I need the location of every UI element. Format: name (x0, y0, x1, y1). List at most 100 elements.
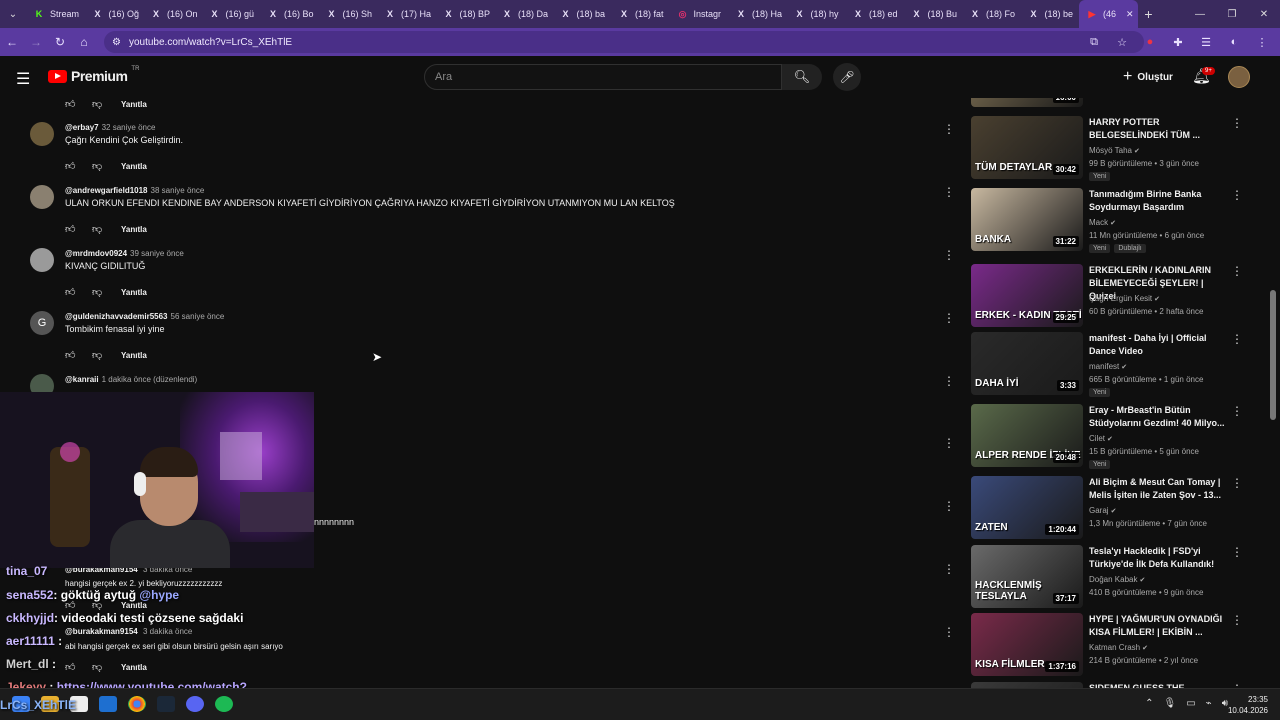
menu-icon[interactable]: ☰ (16, 69, 30, 89)
browser-tab[interactable]: K Stream (26, 0, 85, 28)
video-title[interactable]: Eray - MrBeast'in Bütün Stüdyolarını Gez… (1089, 404, 1225, 430)
recommended-video[interactable]: 16:00370 B görüntüleme • 10 gün önce⋮ (971, 98, 1261, 108)
channel-name[interactable]: Garaj ✔ (1089, 506, 1116, 515)
dislike-icon[interactable]: 👎︎ (92, 98, 119, 110)
reply-button[interactable]: Yanıtla (121, 100, 147, 109)
comment-more-icon[interactable]: ⋮ (943, 499, 955, 513)
reply-button[interactable]: Yanıtla (121, 225, 147, 234)
video-more-icon[interactable]: ⋮ (1231, 545, 1243, 559)
search-button[interactable]: 🔍︎ (782, 64, 822, 90)
video-more-icon[interactable]: ⋮ (1231, 188, 1243, 202)
browser-tab[interactable]: X (18) be (1021, 0, 1080, 28)
recommended-video[interactable]: KISA FİLMLER 1:37:16 HYPE | YAĞMUR'UN OYNA… (971, 613, 1261, 677)
recommended-video[interactable]: ALPER RENDE İZLİYE 20:48 Eray - MrBeast'in… (971, 404, 1261, 469)
video-thumbnail[interactable]: ZATEN 1:20:44 (971, 476, 1083, 539)
spotify-icon[interactable] (215, 696, 233, 712)
steam-icon[interactable] (157, 696, 175, 712)
comment-more-icon[interactable]: ⋮ (943, 374, 955, 388)
recommended-video[interactable]: ERKEK - KADIN TESTİ 29:25 ERKEKLERİN / KAD… (971, 264, 1261, 328)
video-thumbnail[interactable]: KISA FİLMLER 1:37:16 (971, 613, 1083, 676)
comment-more-icon[interactable]: ⋮ (943, 185, 955, 199)
video-thumbnail[interactable]: HACKLENMİŞ TESLAYLA 37:17 (971, 545, 1083, 608)
scrollbar-thumb[interactable] (1270, 290, 1276, 420)
like-icon[interactable]: 👍︎ (65, 160, 92, 172)
tab-close-icon[interactable]: ✕ (1126, 9, 1134, 20)
video-thumbnail[interactable]: 16:00 (971, 98, 1083, 107)
comment-more-icon[interactable]: ⋮ (943, 436, 955, 450)
reply-button[interactable]: Yanıtla (121, 288, 147, 297)
like-icon[interactable]: 👍︎ (65, 223, 92, 235)
tab-search-icon[interactable]: ⌄ (0, 0, 26, 28)
like-icon[interactable]: 👍︎ (65, 349, 92, 361)
video-thumbnail[interactable]: BANKA 31:22 (971, 188, 1083, 251)
comment-more-icon[interactable]: ⋮ (943, 311, 955, 325)
page-scrollbar[interactable] (1270, 98, 1276, 688)
dislike-icon[interactable]: 👎︎ (92, 223, 119, 235)
comment-avatar[interactable]: G (30, 311, 54, 335)
browser-tab[interactable]: X (18) ed (845, 0, 904, 28)
video-title[interactable]: manifest - Daha İyi | Official Dance Vid… (1089, 332, 1225, 358)
comment-avatar[interactable] (30, 185, 54, 209)
comment-username[interactable]: @andrewgarfield1018 (65, 186, 148, 195)
account-avatar[interactable] (1228, 66, 1250, 88)
browser-tab[interactable]: X (18) hy (787, 0, 846, 28)
recommended-video[interactable]: DAHA İYİ 3:33 manifest - Daha İyi | Offici… (971, 332, 1261, 397)
video-title[interactable]: Ali Biçim & Mesut Can Tomay | Melis İşit… (1089, 476, 1225, 502)
home-icon[interactable]: ⌂ (72, 35, 96, 49)
extensions-icon[interactable]: ✚ (1164, 36, 1192, 49)
video-more-icon[interactable]: ⋮ (1231, 404, 1243, 418)
like-icon[interactable]: 👍︎ (65, 98, 92, 110)
video-thumbnail[interactable]: DAHA İYİ 3:33 (971, 332, 1083, 395)
recommended-video[interactable]: ZATEN 1:20:44 Ali Biçim & Mesut Can Tomay … (971, 476, 1261, 540)
video-more-icon[interactable]: ⋮ (1231, 476, 1243, 490)
browser-tab[interactable]: X (16) Bo (260, 0, 319, 28)
browser-tab[interactable]: X (18) fat (611, 0, 670, 28)
browser-tab[interactable]: X (18) BP (436, 0, 495, 28)
microphone-tray-icon[interactable]: 🎙︎ (1164, 698, 1177, 709)
profile-icon[interactable]: ◐ (1220, 36, 1248, 48)
url-field[interactable]: ⚙ youtube.com/watch?v=LrCs_XEhTlE (104, 31, 1144, 53)
video-title[interactable]: HARRY POTTER BELGESELİNDEKİ TÜM ... (1089, 116, 1225, 142)
comment-more-icon[interactable]: ⋮ (943, 122, 955, 136)
browser-tab[interactable]: X (18) Fo (962, 0, 1021, 28)
reload-icon[interactable]: ↻ (48, 35, 72, 49)
comment-username[interactable]: @mrdmdov0924 (65, 249, 127, 258)
comment-username[interactable]: @kanraii (65, 375, 99, 384)
browser-tab[interactable]: X (16) Sh (319, 0, 378, 28)
dislike-icon[interactable]: 👎︎ (92, 160, 119, 172)
like-icon[interactable]: 👍︎ (65, 286, 92, 298)
video-title[interactable]: Tesla'yı Hackledik | FSD'yi Türkiye'de İ… (1089, 545, 1225, 571)
comment-avatar[interactable] (30, 248, 54, 272)
browser-tab[interactable]: X (16) gü (202, 0, 261, 28)
video-title[interactable]: Tanımadığım Birine Banka Soydurmayı Başa… (1089, 188, 1225, 214)
comment-username[interactable]: @guldenizhavvademir5563 (65, 312, 168, 321)
channel-name[interactable]: manifest ✔ (1089, 362, 1127, 371)
comment-more-icon[interactable]: ⋮ (943, 248, 955, 262)
display-tray-icon[interactable]: ▭ (1186, 698, 1195, 709)
back-icon[interactable]: ← (0, 35, 24, 49)
recommended-video[interactable]: HACKLENMİŞ TESLAYLA 37:17 Tesla'yı Hackled… (971, 545, 1261, 609)
video-thumbnail[interactable]: TÜM DETAYLAR 30:42 (971, 116, 1083, 179)
browser-tab[interactable]: X (18) Da (494, 0, 553, 28)
tray-expand-icon[interactable]: ⌃ (1145, 698, 1153, 709)
browser-tab[interactable]: ◎ Instagr (670, 0, 729, 28)
browser-menu-icon[interactable]: ⋮ (1248, 36, 1276, 49)
comment-more-icon[interactable]: ⋮ (943, 625, 955, 639)
search-input[interactable] (435, 71, 781, 83)
minimize-icon[interactable]: — (1184, 9, 1216, 20)
youtube-premium-logo[interactable]: Premium TR (48, 66, 139, 84)
install-app-icon[interactable]: ⧉ (1080, 36, 1108, 49)
dislike-icon[interactable]: 👎︎ (92, 286, 119, 298)
video-more-icon[interactable]: ⋮ (1231, 264, 1243, 278)
channel-name[interactable]: Çağrı Ergün Kesit ✔ (1089, 294, 1160, 303)
channel-name[interactable]: Katman Crash ✔ (1089, 643, 1148, 652)
browser-tab[interactable]: X (18) Ha (728, 0, 787, 28)
voice-search-button[interactable]: 🎤︎ (833, 63, 861, 91)
recommended-video[interactable]: BANKA 31:22 Tanımadığım Birine Banka Soydu… (971, 188, 1261, 253)
video-more-icon[interactable]: ⋮ (1231, 332, 1243, 346)
browser-tab[interactable]: X (18) ba (553, 0, 612, 28)
channel-name[interactable]: Mösyö Taha ✔ (1089, 146, 1140, 155)
taskbar-clock[interactable]: 23:35 10.04.2026 (1228, 694, 1268, 716)
browser-tab[interactable]: ▶ (46 ✕ (1079, 0, 1138, 28)
reply-button[interactable]: Yanıtla (121, 162, 147, 171)
